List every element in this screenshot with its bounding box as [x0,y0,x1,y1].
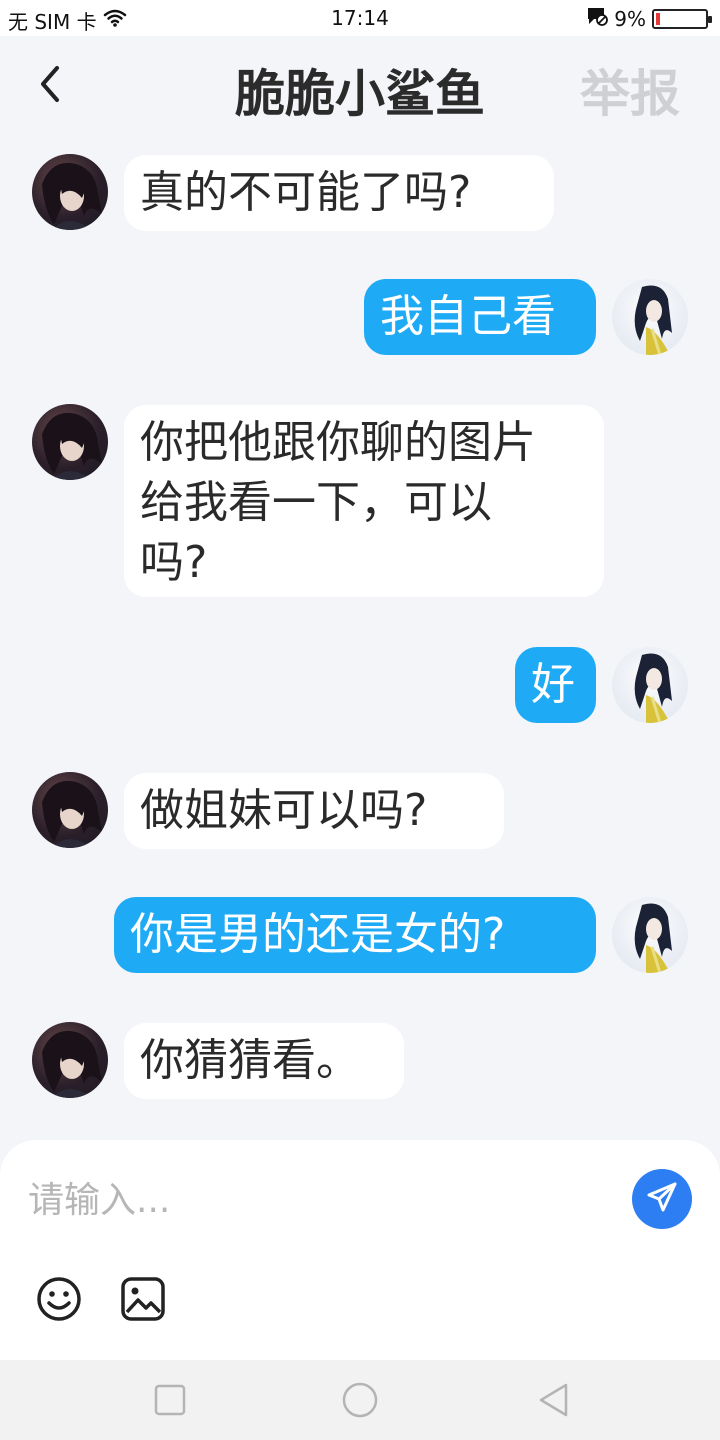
chat-header: 脆脆小鲨鱼 举报 [0,36,720,136]
home-button[interactable] [342,1382,378,1418]
system-nav-bar [0,1360,720,1440]
contact-avatar[interactable] [32,404,108,480]
message-bubble-sent[interactable]: 我自己看 [364,279,596,355]
recents-button[interactable] [152,1382,188,1418]
message-input[interactable] [28,1170,598,1230]
battery-percent: 9% [614,6,646,31]
user-avatar[interactable] [612,279,688,355]
message-text-line: 你把他跟你聊的图片 [140,417,536,468]
image-button[interactable] [120,1276,166,1322]
send-button[interactable] [632,1169,692,1229]
message-text: 好 [531,659,575,710]
emoji-button[interactable] [36,1276,82,1322]
message-text: 你猜猜看。 [140,1035,360,1086]
triangle-back-icon [536,1383,572,1422]
message-bubble-received[interactable]: 你把他跟你聊的图片 给我看一下，可以 吗? [124,405,604,597]
message-text-line: 吗? [140,537,208,588]
message-bubble-received[interactable]: 你猜猜看。 [124,1023,404,1099]
user-avatar[interactable] [612,897,688,973]
battery-icon [652,8,712,29]
contact-avatar[interactable] [32,1022,108,1098]
message-text: 真的不可能了吗? [140,167,472,218]
message-text: 你是男的还是女的? [130,909,506,960]
circle-icon [342,1382,378,1422]
input-panel [0,1140,720,1360]
smile-icon [36,1277,82,1326]
message-bubble-sent[interactable]: 好 [515,647,596,723]
message-text: 做姐妹可以吗? [140,785,428,836]
message-bubble-sent[interactable]: 你是男的还是女的? [114,897,596,973]
image-icon [120,1277,166,1326]
report-button[interactable]: 举报 [580,54,680,126]
message-bubble-received[interactable]: 做姐妹可以吗? [124,773,504,849]
status-bar: 无 SIM 卡 17:14 9% [0,0,720,36]
battery-level [656,12,660,25]
user-avatar[interactable] [612,647,688,723]
message-text-line: 给我看一下，可以 [140,477,492,528]
message-bubble-received[interactable]: 真的不可能了吗? [124,155,554,231]
back-nav-button[interactable] [536,1382,572,1418]
send-icon [645,1180,679,1218]
message-text: 我自己看 [380,291,556,342]
contact-avatar[interactable] [32,772,108,848]
status-right: 9% [586,6,712,31]
square-icon [152,1384,188,1422]
contact-avatar[interactable] [32,154,108,230]
notification-icon [586,6,609,31]
